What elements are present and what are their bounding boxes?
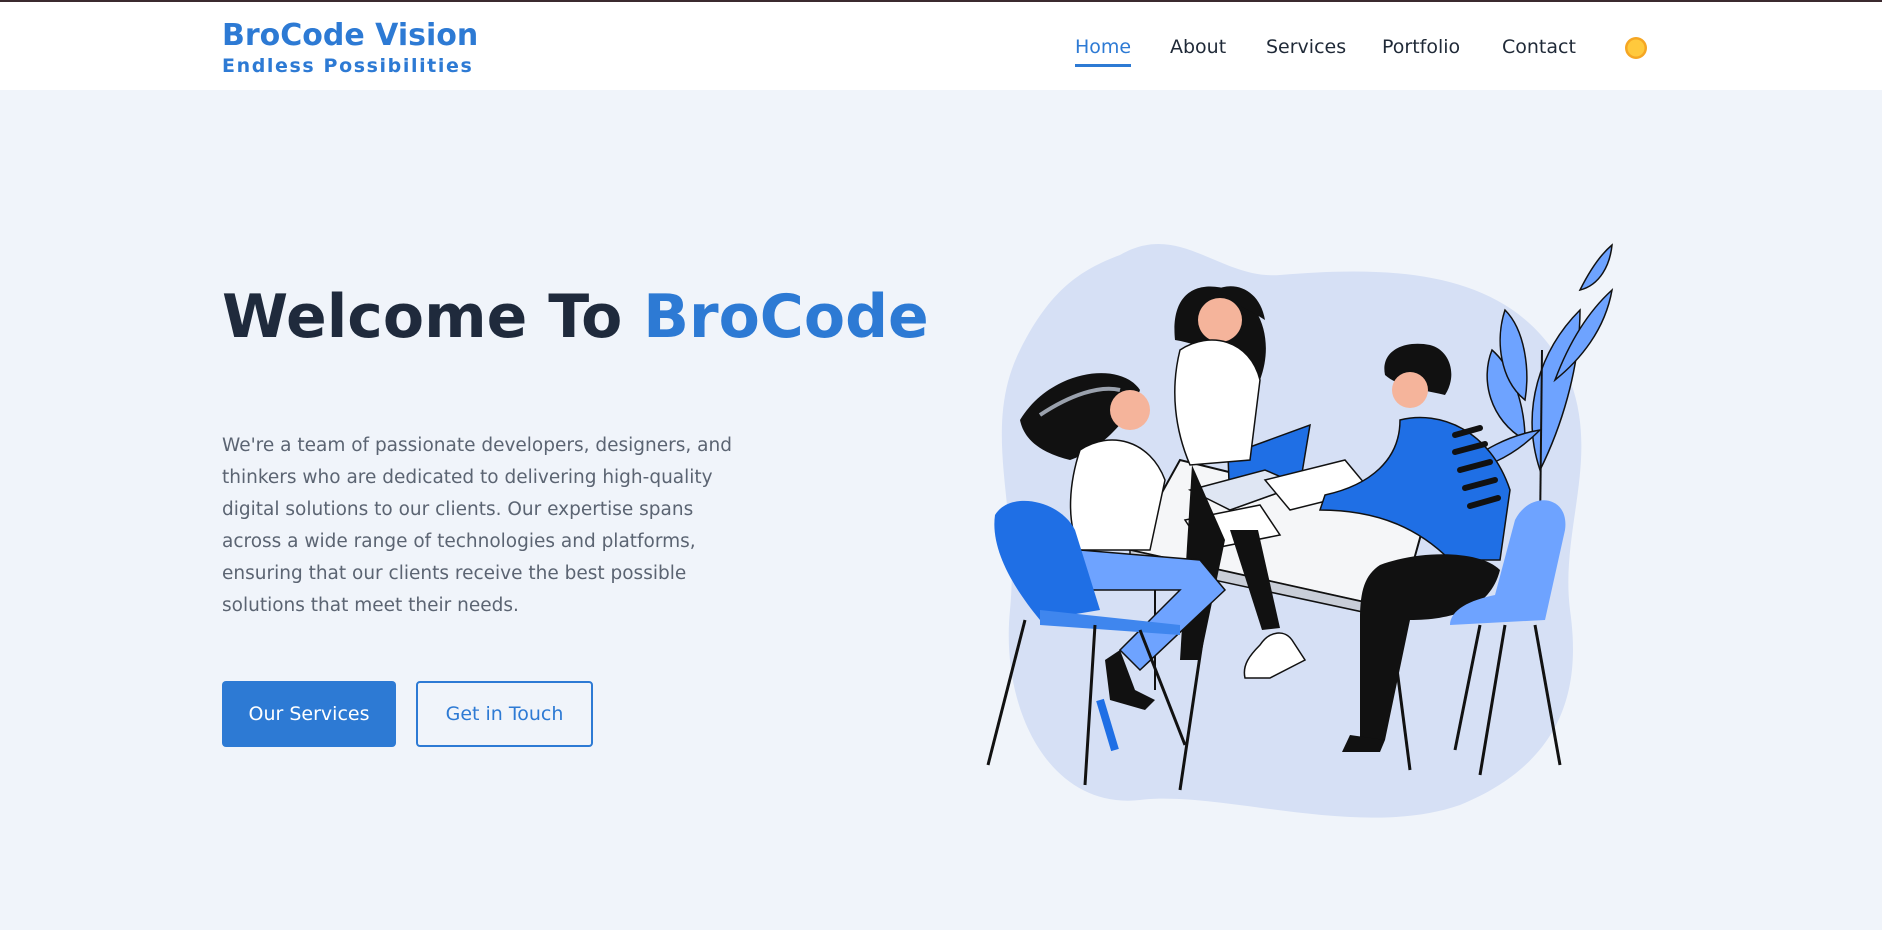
sun-icon[interactable] xyxy=(1623,35,1649,61)
top-navbar: BroCode Vision Endless Possibilities Hom… xyxy=(0,2,1882,90)
nav-item-services[interactable]: Services xyxy=(1266,34,1346,60)
brand-logo[interactable]: BroCode Vision Endless Possibilities xyxy=(222,18,478,78)
get-in-touch-button[interactable]: Get in Touch xyxy=(416,681,593,747)
nav-item-about[interactable]: About xyxy=(1170,34,1226,60)
nav-item-label: Home xyxy=(1075,36,1132,58)
active-underline xyxy=(1075,64,1132,67)
nav-item-home[interactable]: Home xyxy=(1075,34,1132,67)
hero-title-prefix: Welcome To xyxy=(222,282,644,352)
hero-title: Welcome To BroCode xyxy=(222,280,929,354)
team-meeting-illustration xyxy=(986,243,1614,818)
hero-description: We're a team of passionate developers, d… xyxy=(222,435,732,616)
hero-title-accent: BroCode xyxy=(643,282,929,352)
nav-item-portfolio[interactable]: Portfolio xyxy=(1382,34,1460,60)
brand-title: BroCode Vision xyxy=(222,18,479,53)
nav-item-contact[interactable]: Contact xyxy=(1502,34,1576,60)
our-services-button[interactable]: Our Services xyxy=(222,681,396,747)
brand-subtitle: Endless Possibilities xyxy=(222,55,474,77)
